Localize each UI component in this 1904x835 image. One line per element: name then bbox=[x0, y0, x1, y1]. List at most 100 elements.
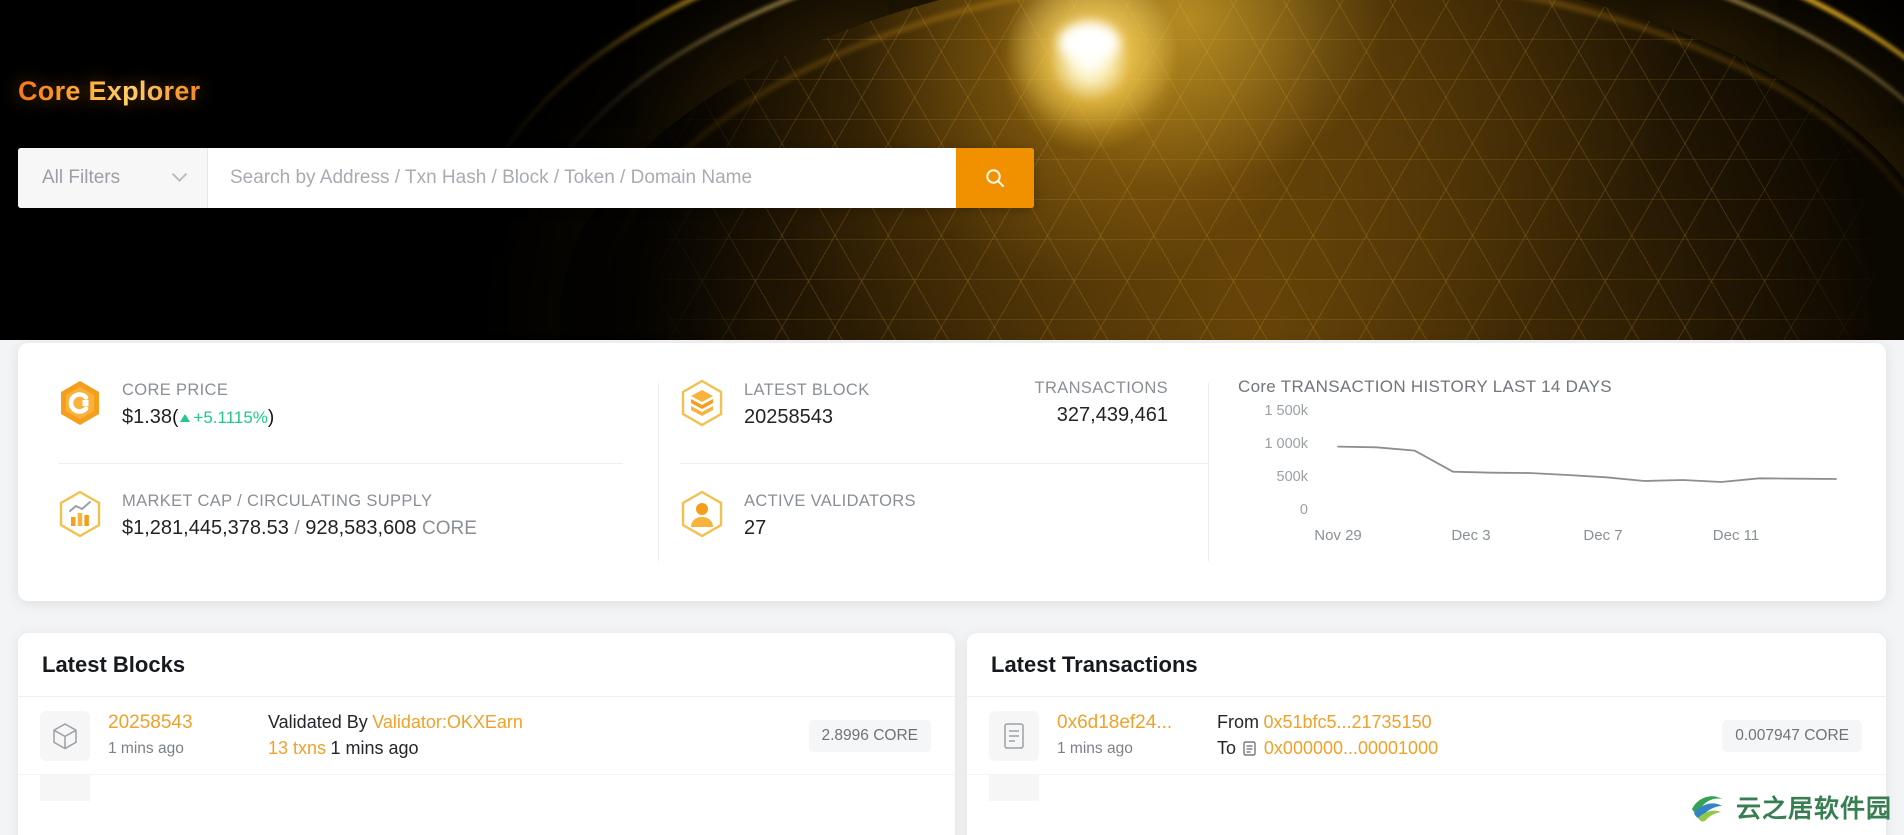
stat-core-price: CORE PRICE $1.38( +5.1115%) bbox=[58, 377, 658, 463]
search-button[interactable] bbox=[956, 148, 1034, 208]
x-tick-label-2: Dec 7 bbox=[1583, 527, 1623, 544]
stat-active-validators: ACTIVE VALIDATORS 27 bbox=[680, 488, 1208, 574]
chart-series-line bbox=[1337, 445, 1837, 483]
market-cap-icon-svg bbox=[59, 490, 101, 538]
all-filters-label: All Filters bbox=[42, 167, 121, 188]
market-cap-icon bbox=[58, 490, 102, 538]
table-row[interactable]: 0x6d18ef24... 1 mins ago From 0x51bfc5..… bbox=[967, 697, 1886, 775]
search-input-wrap bbox=[208, 148, 956, 208]
x-tick-label-0: Nov 29 bbox=[1314, 527, 1362, 544]
y-tick-label-1000k: 1 000k bbox=[1264, 436, 1308, 452]
core-coin-icon-svg bbox=[61, 381, 99, 425]
core-price-text: CORE PRICE $1.38( +5.1115%) bbox=[122, 377, 274, 432]
core-unit-label: CORE bbox=[422, 518, 477, 539]
transaction-history-chart: 1 500k 1 000k 500k 0 Nov 29 Dec 3 Dec 7 … bbox=[1264, 403, 1876, 563]
block-txn-age: 1 mins ago bbox=[330, 737, 419, 758]
x-tick-label-3: Dec 11 bbox=[1712, 527, 1760, 544]
latest-blocks-panel: Latest Blocks 20258543 1 mins ago Valida… bbox=[18, 633, 955, 835]
chart-title: Core TRANSACTION HISTORY LAST 14 DAYS bbox=[1238, 377, 1612, 396]
table-row-partial[interactable] bbox=[18, 775, 955, 801]
stats-divider-horizontal bbox=[58, 463, 623, 464]
table-row[interactable]: 20258543 1 mins ago Validated By Validat… bbox=[18, 697, 955, 775]
document-icon bbox=[989, 710, 1039, 761]
stats-vertical-divider-left bbox=[658, 383, 659, 561]
stat-transactions: TRANSACTIONS 327,439,461 bbox=[1035, 377, 1168, 429]
core-price-open-paren: ( bbox=[172, 407, 179, 428]
latest-blocks-title: Latest Blocks bbox=[18, 633, 955, 697]
validated-by-label: Validated By bbox=[268, 711, 368, 732]
stats-vertical-divider-right bbox=[1208, 383, 1209, 561]
to-label: To bbox=[1217, 737, 1237, 758]
market-cap-value: $1,281,445,378.53 bbox=[122, 517, 289, 539]
stats-divider-horizontal-2 bbox=[680, 463, 1208, 464]
transactions-label: TRANSACTIONS bbox=[1034, 379, 1168, 397]
block-validator-cell: Validated By Validator:OKXEarn 13 txns 1… bbox=[268, 710, 809, 762]
block-number-link[interactable]: 20258543 bbox=[108, 712, 193, 733]
block-stack-icon bbox=[680, 379, 724, 427]
contract-icon bbox=[1243, 740, 1257, 756]
latest-transactions-title: Latest Transactions bbox=[967, 633, 1886, 697]
search-icon bbox=[986, 169, 1004, 187]
block-txn-count-link[interactable]: 13 txns bbox=[268, 738, 326, 758]
hero-banner: Core Explorer All Filters bbox=[0, 0, 1904, 340]
cube-icon-partial bbox=[40, 775, 90, 801]
document-icon-svg bbox=[1004, 722, 1024, 749]
active-validators-value: 27 bbox=[744, 517, 767, 539]
market-cap-label: MARKET CAP / CIRCULATING SUPPLY bbox=[122, 492, 433, 510]
from-label: From bbox=[1217, 711, 1259, 732]
block-stack-icon-svg bbox=[681, 379, 723, 427]
y-tick-label-500k: 500k bbox=[1276, 469, 1308, 485]
y-tick-label-1500k: 1 500k bbox=[1264, 403, 1308, 419]
market-cap-value-row: $1,281,445,378.53 / 928,583,608 CORE bbox=[122, 514, 477, 543]
search-input[interactable] bbox=[230, 167, 956, 189]
txn-hash-cell: 0x6d18ef24... 1 mins ago bbox=[1057, 710, 1217, 761]
txn-age: 1 mins ago bbox=[1057, 740, 1133, 757]
brand-title: Core Explorer bbox=[18, 76, 201, 106]
core-explorer-page: Core Explorer All Filters Search by Addr… bbox=[0, 0, 1904, 835]
block-cell: 20258543 1 mins ago bbox=[108, 710, 268, 761]
validator-user-icon bbox=[680, 490, 724, 538]
circulating-supply-value: 928,583,608 bbox=[305, 517, 417, 539]
cloud-swirl-logo bbox=[1689, 789, 1726, 825]
stat-market-cap: MARKET CAP / CIRCULATING SUPPLY $1,281,4… bbox=[58, 488, 658, 574]
watermark-text: 云之居软件园 bbox=[1735, 794, 1892, 823]
core-coin-icon bbox=[58, 379, 102, 427]
core-price-value: $1.38 bbox=[122, 406, 173, 428]
watermark: 云之居软件园 bbox=[1688, 787, 1892, 827]
hero-light-core bbox=[1058, 22, 1120, 62]
core-price-label: CORE PRICE bbox=[122, 381, 229, 399]
market-cap-text: MARKET CAP / CIRCULATING SUPPLY $1,281,4… bbox=[122, 488, 477, 543]
cube-icon bbox=[40, 710, 90, 761]
core-price-change: +5.1115% bbox=[193, 408, 268, 427]
stats-column-chart: Core TRANSACTION HISTORY LAST 14 DAYS 1 … bbox=[1208, 343, 1886, 601]
active-validators-text: ACTIVE VALIDATORS 27 bbox=[744, 488, 916, 542]
stats-column-price: CORE PRICE $1.38( +5.1115%) MARKET CAP /… bbox=[18, 343, 658, 601]
network-stats-card: CORE PRICE $1.38( +5.1115%) MARKET CAP /… bbox=[18, 343, 1886, 601]
y-tick-label-0: 0 bbox=[1299, 502, 1308, 518]
core-price-value-row: $1.38( +5.1115%) bbox=[122, 403, 274, 432]
x-tick-label-1: Dec 3 bbox=[1451, 527, 1491, 544]
to-address-link[interactable]: 0x000000...00001000 bbox=[1264, 738, 1438, 758]
cube-icon-svg bbox=[53, 722, 77, 749]
all-filters-dropdown[interactable]: All Filters bbox=[18, 148, 208, 208]
stats-column-network: LATEST BLOCK 20258543 ACTIVE VALIDATORS … bbox=[658, 343, 1208, 601]
latest-block-text: LATEST BLOCK 20258543 bbox=[744, 377, 870, 431]
transactions-value: 327,439,461 bbox=[1056, 404, 1168, 426]
active-validators-label: ACTIVE VALIDATORS bbox=[744, 492, 916, 510]
txn-hash-link[interactable]: 0x6d18ef24... bbox=[1057, 712, 1172, 733]
latest-block-label: LATEST BLOCK bbox=[744, 381, 870, 399]
latest-block-value: 20258543 bbox=[744, 406, 833, 428]
document-icon-partial bbox=[989, 775, 1039, 801]
chevron-down-icon bbox=[171, 165, 188, 182]
block-reward-badge: 2.8996 CORE bbox=[808, 719, 931, 752]
validator-link[interactable]: Validator:OKXEarn bbox=[372, 712, 523, 732]
search-bar: All Filters bbox=[18, 148, 1034, 208]
arrow-up-icon bbox=[180, 414, 191, 422]
block-age: 1 mins ago bbox=[108, 740, 184, 757]
txn-value-badge: 0.007947 CORE bbox=[1722, 719, 1862, 752]
core-price-close-paren: ) bbox=[267, 407, 275, 428]
market-cap-separator: / bbox=[294, 518, 300, 539]
validator-user-icon-svg bbox=[681, 490, 723, 538]
from-address-link[interactable]: 0x51bfc5...21735150 bbox=[1263, 712, 1431, 732]
txn-addresses-cell: From 0x51bfc5...21735150 To 0x000000...0… bbox=[1217, 710, 1722, 762]
